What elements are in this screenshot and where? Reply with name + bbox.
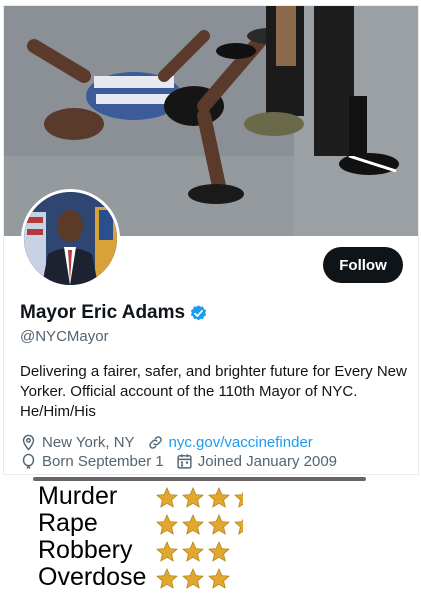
rating-row: Murder <box>38 483 243 510</box>
rating-row: Overdose <box>38 564 243 591</box>
star-icon <box>206 486 232 508</box>
profile-meta-row: New York, NY nyc.gov/vaccinefinder <box>20 434 325 451</box>
rating-label: Robbery <box>38 536 133 564</box>
star-icon <box>180 486 206 508</box>
link-icon <box>148 436 162 449</box>
born-text: Born September 1 <box>42 453 164 470</box>
star-rating <box>154 567 232 589</box>
star-rating <box>154 513 243 535</box>
calendar-icon <box>177 454 192 469</box>
star-rating <box>154 540 232 562</box>
verified-badge-icon <box>189 304 208 323</box>
handle: @NYCMayor <box>20 328 109 345</box>
star-icon <box>206 540 232 562</box>
star-icon <box>180 540 206 562</box>
rating-label: Rape <box>38 509 98 537</box>
rating-row: Robbery <box>38 537 243 564</box>
half-star-icon <box>232 513 243 535</box>
name-row: Mayor Eric Adams <box>20 302 208 324</box>
rating-label: Overdose <box>38 563 147 591</box>
balloon-icon <box>22 453 35 469</box>
star-icon <box>180 513 206 535</box>
horizontal-scrollbar[interactable] <box>33 477 366 481</box>
star-icon <box>154 486 180 508</box>
star-rating <box>154 486 243 508</box>
rating-row: Rape <box>38 510 243 537</box>
star-icon <box>180 567 206 589</box>
website-link[interactable]: nyc.gov/vaccinefinder <box>169 434 313 451</box>
rating-label: Murder <box>38 482 118 510</box>
star-icon <box>206 513 232 535</box>
location-pin-icon <box>22 434 35 451</box>
star-icon <box>154 513 180 535</box>
half-star-icon <box>232 486 243 508</box>
display-name: Mayor Eric Adams <box>20 302 186 323</box>
joined-text: Joined January 2009 <box>197 453 338 470</box>
follow-button[interactable]: Follow <box>323 247 403 283</box>
profile-card: Follow Mayor Eric Adams @NYCMayor Delive… <box>3 5 419 475</box>
profile-meta-row: Born September 1 Joined January 2009 <box>20 453 349 470</box>
star-icon <box>206 567 232 589</box>
avatar[interactable] <box>21 189 120 288</box>
bio: Delivering a fairer, safer, and brighter… <box>20 363 407 420</box>
star-icon <box>154 567 180 589</box>
location-text: New York, NY <box>42 434 135 451</box>
birthday: Born September 1 <box>20 453 164 470</box>
location: New York, NY <box>20 434 135 451</box>
crime-ratings: Murder Rape Robbery Overdose <box>38 483 243 591</box>
website[interactable]: nyc.gov/vaccinefinder <box>147 434 313 451</box>
joined: Joined January 2009 <box>176 453 337 470</box>
star-icon <box>154 540 180 562</box>
